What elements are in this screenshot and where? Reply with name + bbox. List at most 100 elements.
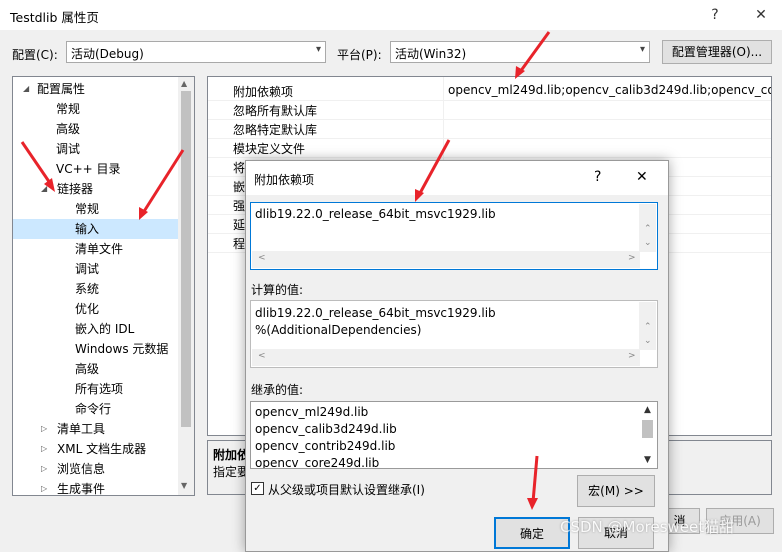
tree-item[interactable]: 调试 xyxy=(13,259,179,279)
dependencies-input-text[interactable]: dlib19.22.0_release_64bit_msvc1929.lib xyxy=(255,207,496,221)
inherited-line: opencv_contrib249d.lib xyxy=(255,439,396,453)
tree-item[interactable]: 高级 xyxy=(13,119,179,139)
scroll-right-icon[interactable]: > xyxy=(628,253,636,263)
property-value[interactable]: opencv_ml249d.lib;opencv_calib3d249d.lib… xyxy=(448,83,771,97)
chevron-down-icon: ▾ xyxy=(315,44,321,55)
property-row[interactable]: 忽略所有默认库 xyxy=(208,100,771,120)
computed-label: 计算的值: xyxy=(251,283,304,297)
config-label: 配置(C): xyxy=(12,48,58,62)
config-combo[interactable]: 活动(Debug) ▾ xyxy=(66,41,326,63)
scroll-up-icon[interactable]: ▲ xyxy=(181,79,187,88)
scroll-left-icon[interactable]: < xyxy=(258,253,266,263)
expand-arrow-icon[interactable]: ▷ xyxy=(41,439,47,459)
property-row[interactable]: 忽略特定默认库 xyxy=(208,119,771,139)
tree-item[interactable]: ▷ 清单工具 xyxy=(13,419,179,439)
tree-scrollbar[interactable]: ▲ ▼ xyxy=(178,77,194,495)
computed-vscrollbar[interactable]: ⌃ ⌄ xyxy=(639,302,656,350)
property-name: 强 xyxy=(233,199,246,213)
dialog-help-button[interactable]: ? xyxy=(594,169,601,185)
expand-arrow-icon[interactable]: ▷ xyxy=(41,419,47,439)
property-name: 延 xyxy=(233,218,246,232)
tree-item-label: 优化 xyxy=(75,302,100,316)
tree-item[interactable]: 嵌入的 IDL xyxy=(13,319,179,339)
inherited-line: opencv_core249d.lib xyxy=(255,456,380,469)
description-title: 附加依 xyxy=(213,448,250,462)
tree-item[interactable]: Windows 元数据 xyxy=(13,339,179,359)
tree-item-label: 所有选项 xyxy=(75,382,124,396)
tree-item-label: 调试 xyxy=(75,262,100,276)
property-row[interactable]: 模块定义文件 xyxy=(208,138,771,158)
tree-item[interactable]: 命令行 xyxy=(13,399,179,419)
window-titlebar: Testdlib 属性页 ? ✕ xyxy=(0,0,782,30)
tree-item-label: 调试 xyxy=(56,142,81,156)
tree-item-label: 常规 xyxy=(75,202,100,216)
property-name: 将 xyxy=(233,161,246,175)
tree-item[interactable]: ▷ 浏览信息 xyxy=(13,459,179,479)
tree-item-label: 浏览信息 xyxy=(57,462,106,476)
scroll-thumb[interactable] xyxy=(181,91,191,427)
dialog-close-icon[interactable]: ✕ xyxy=(636,169,648,185)
platform-label: 平台(P): xyxy=(337,48,382,62)
computed-hscrollbar[interactable]: < > xyxy=(252,349,640,366)
tree-item[interactable]: 系统 xyxy=(13,279,179,299)
ok-button[interactable]: 确定 xyxy=(494,517,570,549)
window-title: Testdlib 属性页 xyxy=(10,10,99,25)
inherited-line: opencv_calib3d249d.lib xyxy=(255,422,397,436)
property-name: 程 xyxy=(233,237,246,251)
inherit-checkbox[interactable]: ✓ xyxy=(251,482,264,495)
inherited-vscrollbar[interactable]: ▲ ▼ xyxy=(639,403,656,467)
property-tree[interactable]: ◢ 配置属性 常规 高级 调试 VC++ 目录 ◢ 链接器 常规 输入 清单文件 调试 系统 优化 嵌入的 … xyxy=(12,76,195,496)
help-button[interactable]: ? xyxy=(700,4,730,26)
scroll-down-icon[interactable]: ⌄ xyxy=(644,238,652,248)
watermark: CSDN @Moresweet猫甜 xyxy=(560,518,735,536)
tree-item[interactable]: 清单文件 xyxy=(13,239,179,259)
platform-combo[interactable]: 活动(Win32) ▾ xyxy=(390,41,650,63)
scroll-down-icon[interactable]: ⌄ xyxy=(644,336,652,346)
scroll-thumb[interactable] xyxy=(642,420,653,438)
config-manager-button[interactable]: 配置管理器(O)... xyxy=(662,40,772,64)
tree-item[interactable]: ▷ 生成事件 xyxy=(13,479,179,495)
tree-item[interactable]: ◢ 链接器 xyxy=(13,179,179,199)
tree-item-label: 清单文件 xyxy=(75,242,124,256)
tree-item-label: 命令行 xyxy=(75,402,112,416)
collapse-arrow-icon[interactable]: ◢ xyxy=(23,79,29,99)
tree-item[interactable]: 优化 xyxy=(13,299,179,319)
computed-line: dlib19.22.0_release_64bit_msvc1929.lib xyxy=(255,306,496,320)
config-value: 活动(Debug) xyxy=(71,47,144,61)
property-name: 附加依赖项 xyxy=(233,85,294,99)
expand-arrow-icon[interactable]: ▷ xyxy=(41,479,47,495)
inherit-checkbox-label[interactable]: 从父级或项目默认设置继承(I) xyxy=(268,481,425,498)
scroll-left-icon[interactable]: < xyxy=(258,351,266,361)
scroll-right-icon[interactable]: > xyxy=(628,351,636,361)
close-icon[interactable]: ✕ xyxy=(746,4,776,26)
expand-arrow-icon[interactable]: ▷ xyxy=(41,459,47,479)
input-vscrollbar[interactable]: ⌃ ⌄ xyxy=(639,204,656,252)
tree-item[interactable]: 常规 xyxy=(13,199,179,219)
tree-item-label: 输入 xyxy=(75,222,100,236)
tree-item-label: XML 文档生成器 xyxy=(57,442,147,456)
input-hscrollbar[interactable]: < > xyxy=(252,251,640,268)
inherited-line: opencv_ml249d.lib xyxy=(255,405,369,419)
tree-item[interactable]: 调试 xyxy=(13,139,179,159)
tree-item[interactable]: 输入 xyxy=(13,219,179,239)
dialog-titlebar: 附加依赖项 ? ✕ xyxy=(246,161,668,195)
tree-item[interactable]: 所有选项 xyxy=(13,379,179,399)
property-row[interactable]: 附加依赖项 opencv_ml249d.lib;opencv_calib3d249… xyxy=(208,81,771,101)
macro-button[interactable]: 宏(M) >> xyxy=(577,475,655,507)
tree-item-label: Windows 元数据 xyxy=(75,342,169,356)
tree-item-label: VC++ 目录 xyxy=(56,162,121,176)
tree-item[interactable]: ▷ XML 文档生成器 xyxy=(13,439,179,459)
property-name: 忽略特定默认库 xyxy=(233,123,318,137)
scroll-down-icon[interactable]: ▼ xyxy=(644,455,651,465)
tree-item[interactable]: 常规 xyxy=(13,99,179,119)
scroll-down-icon[interactable]: ▼ xyxy=(181,481,187,490)
collapse-arrow-icon[interactable]: ◢ xyxy=(41,179,47,199)
tree-item[interactable]: ◢ 配置属性 xyxy=(13,79,179,99)
scroll-up-icon[interactable]: ▲ xyxy=(644,405,651,415)
dependencies-input[interactable]: dlib19.22.0_release_64bit_msvc1929.lib ⌃… xyxy=(250,202,658,270)
scroll-up-icon[interactable]: ⌃ xyxy=(644,224,652,234)
computed-line: %(AdditionalDependencies) xyxy=(255,323,422,337)
tree-item[interactable]: 高级 xyxy=(13,359,179,379)
tree-item[interactable]: VC++ 目录 xyxy=(13,159,179,179)
scroll-up-icon[interactable]: ⌃ xyxy=(644,322,652,332)
